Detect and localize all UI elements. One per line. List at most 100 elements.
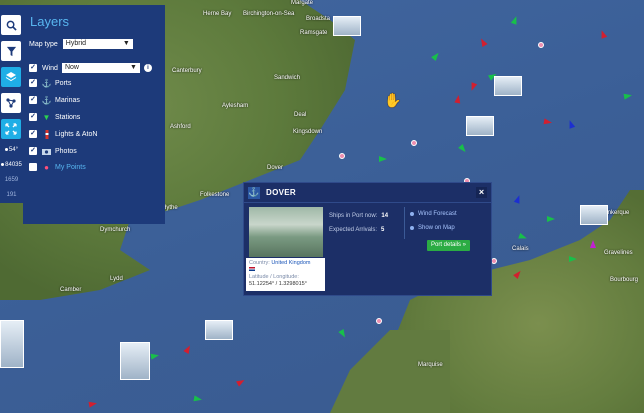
stations-checkbox[interactable]: ✓ [29,113,37,121]
ship-marker[interactable] [236,377,246,387]
layer-item-ports[interactable]: ✓ ⚓ Ports [29,77,71,89]
layer-item-photos[interactable]: ✓ Photos [29,145,77,157]
photos-checkbox[interactable]: ✓ [29,147,37,155]
city-label: Aylesham [222,103,249,109]
marinas-checkbox[interactable]: ✓ [29,96,37,104]
lighthouse-icon [42,129,51,139]
ship-marker[interactable] [543,118,553,126]
my-points-checkbox[interactable] [29,163,37,171]
layers-title: Layers [30,14,70,29]
city-label: Margate [291,0,314,6]
ship-marker[interactable] [623,92,633,100]
layer-item-stations[interactable]: ✓ ▼ Stations [29,111,80,123]
ships-count-stat: 84035 [0,162,23,168]
close-icon[interactable]: × [476,187,487,198]
city-label: Dover [267,165,284,171]
port-photo[interactable] [249,207,323,257]
show-on-map-link[interactable]: Show on Map [410,225,455,231]
city-label: Calais [512,246,529,252]
ship-marker[interactable] [547,216,555,222]
ship-marker[interactable] [193,395,203,403]
chevron-down-icon: ▼ [122,40,130,47]
city-label: Sandwich [274,75,301,81]
ship-marker[interactable] [431,51,441,61]
map-type-row: Map type Hybrid ▼ [29,38,133,50]
layer-item-marinas[interactable]: ✓ ⚓ Marinas [29,94,80,106]
wind-label: Wind [42,64,58,72]
photo-marker[interactable] [120,342,150,380]
light-marker[interactable] [339,153,345,159]
ship-marker[interactable] [518,232,528,242]
port-info-box: Country: United Kingdom Latitude / Longi… [246,258,325,291]
photo-marker[interactable] [0,320,24,368]
marina-icon: ⚓ [41,95,52,105]
ship-marker[interactable] [458,144,468,154]
ship-marker[interactable] [569,256,577,262]
ship-marker[interactable] [598,29,608,39]
map-type-label: Map type [29,40,58,48]
light-marker[interactable] [376,318,382,324]
city-label: Marquise [418,362,443,368]
lights-checkbox[interactable]: ✓ [29,130,37,138]
layers-panel: Layers Map type Hybrid ▼ ✓ Wind Now ▼ i ✓ … [23,5,165,224]
layer-item-lights[interactable]: ✓ Lights & AtoN [29,128,97,140]
wind-forecast-link[interactable]: Wind Forecast [410,211,457,217]
divider [404,207,405,239]
photo-marker[interactable] [205,320,233,340]
stat-4: 191 [6,192,17,198]
popup-title: DOVER [266,188,296,197]
ship-marker[interactable] [183,344,193,354]
ship-marker[interactable] [379,156,387,162]
ports-checkbox[interactable]: ✓ [29,79,37,87]
city-label: Birchington-on-Sea [243,11,295,17]
anchor-icon: ⚓ [248,186,260,199]
bullet-icon [410,212,414,216]
city-label: Camber [60,287,82,293]
city-label: Lydd [110,276,123,282]
uk-flag-icon [249,267,255,271]
left-toolbar: 54° 84035 1659 191 [0,5,23,203]
photo-marker[interactable] [580,205,608,225]
map-type-select[interactable]: Hybrid ▼ [62,39,133,49]
wind-select[interactable]: Now ▼ [61,63,140,73]
popup-header: ⚓ DOVER [244,183,491,203]
light-marker[interactable] [411,140,417,146]
ship-marker[interactable] [513,194,523,204]
chevron-down-icon: ▼ [130,64,137,71]
fullscreen-icon[interactable] [1,119,21,139]
bullet-icon [410,226,414,230]
city-label: Ashford [170,124,191,130]
camera-icon [42,147,51,156]
photo-marker[interactable] [333,16,361,36]
ship-marker[interactable] [150,352,160,360]
ship-marker[interactable] [88,400,98,408]
city-label: Ramsgate [300,30,328,36]
ship-marker[interactable] [454,94,462,104]
city-label: Dymchurch [100,227,131,233]
light-marker[interactable] [538,42,544,48]
wind-checkbox[interactable]: ✓ [29,64,37,72]
info-icon[interactable]: i [143,64,152,72]
filter-icon[interactable] [1,41,21,61]
ship-marker[interactable] [510,15,520,25]
photo-marker[interactable] [466,116,494,136]
anchor-icon: ⚓ [41,78,52,88]
france-landmass-south [330,330,450,413]
wind-stat: 54° [0,147,23,153]
photo-marker[interactable] [494,76,522,96]
ship-marker[interactable] [590,240,596,248]
ship-marker[interactable] [468,82,478,92]
city-label: Folkestone [200,192,230,198]
pointer-cursor-icon: ✋ [384,92,402,108]
port-popup: ⚓ DOVER × Country: United Kingdom Latitu… [243,182,492,296]
port-details-button[interactable]: Port details » [427,240,470,251]
layer-item-my-points[interactable]: ● My Points [29,161,86,173]
search-icon[interactable] [1,15,21,35]
ship-marker[interactable] [566,119,576,129]
city-label: Broadsta [306,16,331,22]
ship-marker[interactable] [338,329,348,339]
ship-marker[interactable] [478,37,488,47]
layers-icon[interactable] [1,67,21,87]
network-icon[interactable] [1,93,21,113]
pin-icon: ● [44,162,49,172]
